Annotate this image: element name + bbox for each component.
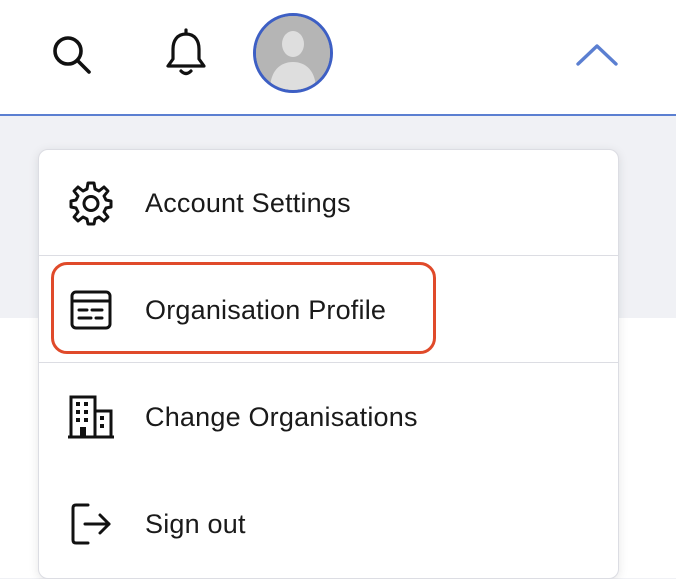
account-dropdown-menu: Account Settings Organisation Profile Ch… (38, 149, 619, 579)
menu-item-account-settings[interactable]: Account Settings (39, 150, 618, 256)
menu-item-label: Account Settings (145, 187, 351, 218)
menu-item-sign-out[interactable]: Sign out (39, 471, 618, 577)
notifications-button[interactable] (158, 25, 214, 81)
menu-item-label: Sign out (145, 508, 246, 539)
sign-out-icon (67, 500, 115, 548)
menu-item-label: Organisation Profile (145, 294, 387, 325)
search-icon (53, 36, 91, 74)
menu-divider (39, 255, 618, 256)
collapse-menu-button[interactable] (568, 30, 626, 80)
user-avatar[interactable] (253, 13, 333, 93)
search-button[interactable] (44, 27, 100, 83)
top-bar (0, 0, 676, 116)
default-user-icon (256, 16, 330, 90)
building-icon (67, 393, 115, 441)
chevron-up-icon (576, 44, 618, 66)
menu-item-organisation-profile[interactable]: Organisation Profile (39, 257, 618, 363)
menu-item-label: Change Organisations (145, 401, 418, 432)
profile-card-icon (67, 286, 115, 334)
bell-icon (166, 28, 206, 76)
menu-divider (39, 362, 618, 363)
menu-item-change-organisations[interactable]: Change Organisations (39, 364, 618, 470)
gear-icon (67, 179, 115, 227)
